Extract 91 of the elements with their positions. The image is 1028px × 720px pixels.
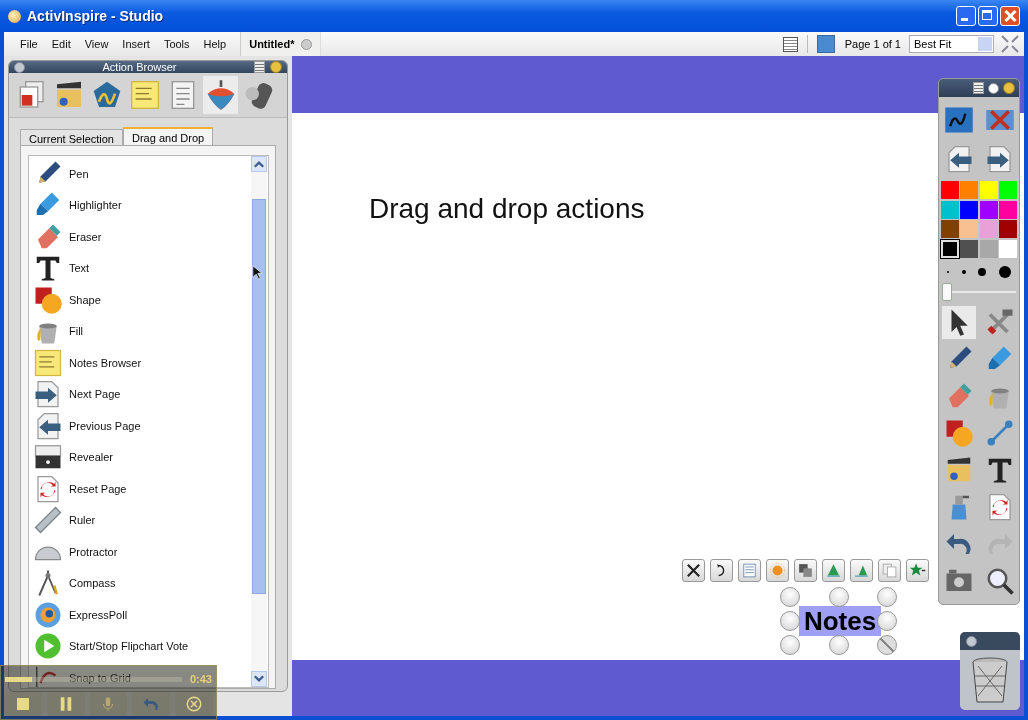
recorder-button[interactable]: [46, 692, 85, 716]
menu-item[interactable]: View: [77, 38, 116, 50]
menu-item[interactable]: File: [13, 38, 45, 50]
mouse-pointer-icon: [252, 265, 262, 280]
color-swatch[interactable]: [960, 200, 979, 219]
action-item[interactable]: Shape: [69, 293, 101, 306]
panel-menu-icon[interactable]: [254, 61, 265, 73]
action-item[interactable]: Next Page: [69, 388, 121, 401]
action-item[interactable]: Pen: [69, 167, 89, 180]
scroll-up-button[interactable]: [251, 156, 267, 172]
action-item[interactable]: Reset Page: [69, 482, 127, 495]
action-item[interactable]: ExpressPoll: [69, 608, 128, 621]
page-heading: Drag and drop actions: [369, 193, 645, 225]
action-item[interactable]: Notes Browser: [69, 356, 142, 369]
window-icon: [741, 562, 758, 579]
color-swatch[interactable]: [999, 181, 1018, 199]
note-text[interactable]: Notes: [799, 606, 881, 636]
action-item[interactable]: Fill: [69, 325, 84, 338]
recorder-button[interactable]: [175, 692, 213, 716]
object-tool-button[interactable]: [794, 559, 817, 582]
pin-icon[interactable]: [270, 61, 282, 73]
color-swatch[interactable]: [940, 181, 959, 199]
object-tool-button[interactable]: [682, 559, 705, 582]
zoom-dropdown[interactable]: Best Fit: [909, 35, 994, 53]
maximize-button[interactable]: [978, 6, 998, 26]
tree-up-icon: [825, 562, 842, 579]
trash-close-icon[interactable]: [966, 635, 977, 647]
tab-close-icon[interactable]: [301, 38, 313, 50]
color-swatch[interactable]: [979, 181, 998, 199]
menu-item[interactable]: Tools: [156, 38, 197, 50]
sticky-note-icon: [33, 347, 63, 378]
slider-thumb[interactable]: [942, 282, 952, 301]
duplicate-icon: [881, 562, 898, 579]
action-item[interactable]: Compass: [69, 577, 116, 590]
panel-title: Action Browser: [101, 61, 178, 73]
menu-item[interactable]: Edit: [44, 38, 78, 50]
menu-item[interactable]: Insert: [115, 38, 157, 50]
window-title: ActivInspire - Studio: [27, 8, 164, 24]
action-item[interactable]: Start/Stop Flipchart Vote: [69, 640, 189, 653]
collapse-icon[interactable]: [988, 82, 999, 94]
expand-arrows-icon: [685, 562, 702, 579]
color-swatch[interactable]: [940, 239, 959, 258]
color-swatch[interactable]: [960, 181, 979, 199]
ruler-icon: [33, 505, 63, 536]
sun-icon: [769, 562, 786, 579]
close-button[interactable]: [1000, 6, 1020, 26]
color-swatch[interactable]: [979, 220, 998, 238]
color-swatch[interactable]: [960, 220, 979, 238]
layers-icon: [797, 562, 814, 579]
pin-icon[interactable]: [1003, 82, 1015, 94]
color-swatch[interactable]: [960, 239, 979, 258]
action-item[interactable]: Highlighter: [69, 199, 122, 212]
color-swatch[interactable]: [940, 200, 959, 219]
action-item[interactable]: Revealer: [69, 451, 114, 464]
page-indicator: Page 1 of 1: [844, 38, 901, 50]
elapsed-time: 0:43: [189, 673, 212, 685]
panel-close-icon[interactable]: [14, 61, 25, 73]
action-item[interactable]: Ruler: [69, 514, 96, 527]
action-item[interactable]: Text: [69, 262, 90, 275]
page-view-icon[interactable]: [782, 36, 798, 52]
object-tool-button[interactable]: [710, 559, 733, 582]
fullscreen-icon[interactable]: [1000, 34, 1020, 54]
color-swatch[interactable]: [979, 200, 998, 219]
menu-item[interactable]: Help: [196, 38, 234, 50]
close-icon: [185, 695, 204, 713]
trash-bin-icon[interactable]: [970, 656, 1010, 706]
pen-size-dot[interactable]: [961, 269, 966, 274]
tool-button[interactable]: [941, 305, 976, 339]
color-swatch[interactable]: [999, 220, 1018, 238]
document-tab[interactable]: Untitled*: [240, 32, 322, 56]
color-swatch[interactable]: [999, 200, 1018, 219]
scroll-thumb[interactable]: [252, 199, 266, 594]
magnifier-icon: [984, 566, 1015, 596]
scroll-down-button[interactable]: [251, 671, 267, 687]
app-logo-icon: [8, 9, 21, 23]
color-swatch[interactable]: [979, 239, 998, 258]
pen-size-dot[interactable]: [998, 265, 1011, 278]
minimize-button[interactable]: [956, 6, 976, 26]
action-item[interactable]: Eraser: [69, 230, 102, 243]
action-item[interactable]: Protractor: [69, 545, 118, 558]
color-swatch[interactable]: [999, 239, 1018, 258]
scrollbar[interactable]: [251, 156, 267, 687]
color-swatch[interactable]: [940, 220, 959, 238]
toolbox-menu-icon[interactable]: [973, 82, 984, 94]
tab[interactable]: Current Selection: [20, 129, 123, 145]
recorder-button[interactable]: [89, 692, 128, 716]
sticky-note-icon: [128, 79, 161, 111]
action-item[interactable]: Previous Page: [69, 419, 141, 432]
recorder-button[interactable]: [4, 692, 42, 716]
tab[interactable]: Drag and Drop: [123, 127, 214, 145]
pen-size-dot[interactable]: [978, 267, 987, 276]
